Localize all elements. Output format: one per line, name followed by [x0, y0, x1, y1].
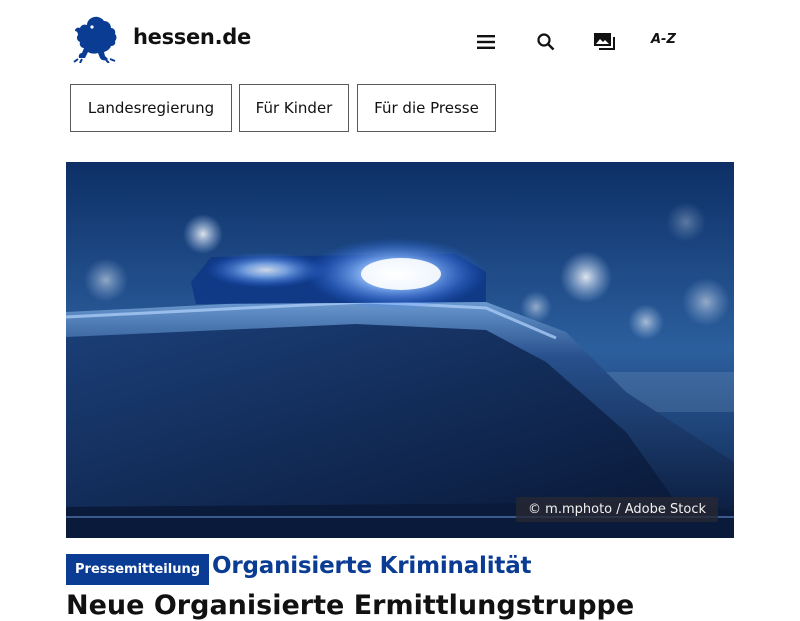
pressemitteilung-badge: Pressemitteilung: [66, 554, 210, 585]
site-name[interactable]: hessen.de: [133, 25, 251, 49]
hamburger-menu-icon[interactable]: [473, 29, 499, 55]
hessen-lion-logo-icon[interactable]: [72, 15, 118, 63]
nav-pill-fuer-kinder[interactable]: Für Kinder: [239, 84, 349, 132]
a-z-index-link[interactable]: A-Z: [651, 32, 676, 47]
article-topic[interactable]: Organisierte Kriminalität: [212, 553, 532, 579]
site-header: hessen.de A-Z: [0, 0, 800, 80]
image-credit: © m.mphoto / Adobe Stock: [516, 497, 718, 522]
search-icon[interactable]: [533, 29, 559, 55]
nav-pill-landesregierung[interactable]: Landesregierung: [70, 84, 232, 132]
hero-image[interactable]: © m.mphoto / Adobe Stock: [66, 162, 734, 538]
nav-pill-fuer-die-presse[interactable]: Für die Presse: [357, 84, 496, 132]
image-gallery-icon[interactable]: [592, 29, 618, 55]
police-car-photo: [66, 162, 734, 538]
article-headline[interactable]: Neue Organisierte Ermittlungstruppe: [66, 590, 634, 621]
